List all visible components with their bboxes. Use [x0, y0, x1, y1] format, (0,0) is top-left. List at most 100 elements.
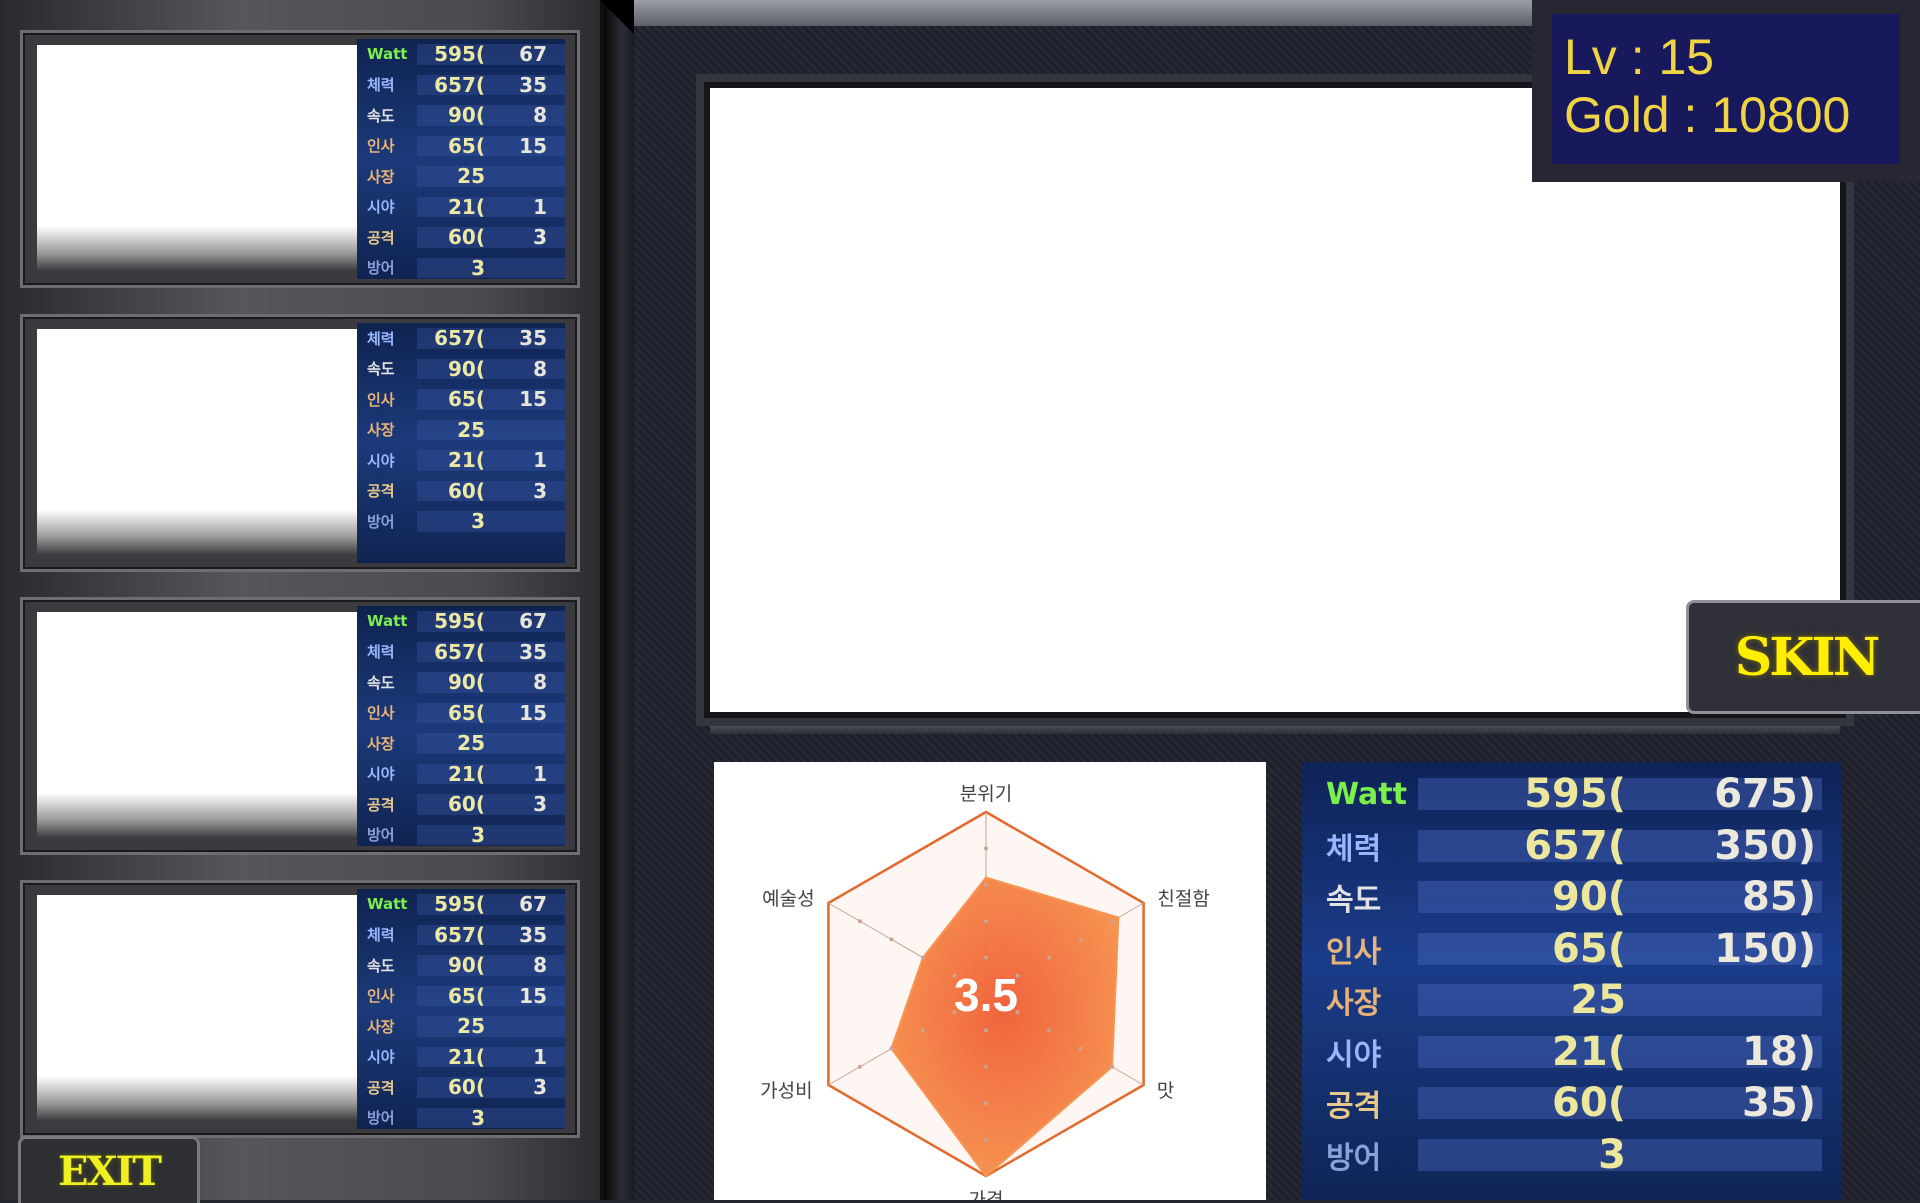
- radar-axis-label: 가성비: [760, 1080, 812, 1102]
- stat-paren: 350): [1714, 822, 1816, 869]
- stat-paren: 150): [1714, 925, 1816, 972]
- radar-grid-dot: [1078, 937, 1083, 942]
- slot-stat-value: 90(: [448, 103, 485, 128]
- slot-stat-label: 공격: [367, 795, 395, 814]
- slot-stat-row: 방어 3: [357, 253, 565, 279]
- gold-text: Gold : 10800: [1564, 87, 1851, 143]
- slot-stat-row: 공격 60(3: [357, 222, 565, 253]
- slot-stat-row: 속도 90(8: [357, 950, 565, 981]
- skin-button[interactable]: SKIN: [1686, 600, 1920, 714]
- stat-paren: 35): [1742, 1080, 1816, 1126]
- stat-label: 시야: [1326, 1037, 1382, 1073]
- character-stats-panel: Watt 595(675) 체력 657(350) 속도 90(85) 인사 65(150) 사…: [1302, 762, 1842, 1200]
- slot-stat-value: 60(: [448, 225, 485, 250]
- slot-stat-paren: 35: [519, 922, 547, 947]
- slot-stat-value: 65(: [448, 133, 485, 158]
- slot-stat-value: 657(: [434, 639, 485, 664]
- slot-stat-label: 시야: [367, 1048, 395, 1067]
- slot-stat-row: 공격 60(3: [357, 476, 565, 507]
- stat-value: 595(: [1524, 771, 1626, 817]
- slot-stat-row: 방어 3: [357, 1103, 565, 1129]
- slot-stat-value: 25: [457, 1014, 485, 1039]
- radar-grid-dot: [984, 882, 988, 887]
- slot-stat-label: 인사: [367, 987, 395, 1006]
- slot-stat-label: 체력: [367, 329, 395, 348]
- stat-label: 공격: [1326, 1089, 1382, 1124]
- radar-grid-dot: [984, 955, 988, 960]
- viewport-frame-bottom: [710, 712, 1840, 734]
- radar-grid-dot: [857, 1064, 862, 1069]
- radar-grid-dot: [984, 846, 988, 851]
- slot-stat-label: 속도: [367, 106, 395, 125]
- slot-stat-label: 체력: [367, 643, 395, 662]
- slot-stat-paren: 67: [519, 42, 547, 67]
- player-info-box: Lv : 15 Gold : 10800: [1532, 0, 1920, 182]
- radar-grid-dot: [1047, 1028, 1052, 1033]
- radar-axis-label: 친절함: [1157, 888, 1209, 910]
- slot-stat-row: Watt 595(67: [357, 39, 565, 70]
- slot-stat-paren: 1: [533, 761, 547, 786]
- slot-stat-row: 시야 21(1: [357, 759, 565, 790]
- slot-stat-row: 공격 60(3: [357, 789, 565, 820]
- slot-stat-row: Watt 595(67: [357, 606, 565, 637]
- slot-stat-value: 657(: [434, 922, 485, 947]
- slot-stat-label: 시야: [367, 198, 395, 217]
- slot-stat-row: 인사 65(15: [357, 698, 565, 729]
- panel-corner: [600, 0, 634, 34]
- slot-stat-row: Watt 595(67: [357, 889, 565, 920]
- stat-label: 속도: [1326, 883, 1382, 918]
- slot-stat-card: Watt 595(67 체력 657(35 속도 90(8 인사 65(15 사장 25 시야 21(…: [357, 39, 565, 279]
- slot-stat-paren: 35: [519, 639, 547, 664]
- slot-stat-value: 65(: [448, 387, 485, 412]
- stat-label: 체력: [1326, 831, 1382, 867]
- radar-grid-dot: [1078, 1046, 1083, 1051]
- slot-stat-row: 속도 90(8: [357, 667, 565, 698]
- slot-stat-row: 속도 90(8: [357, 100, 565, 131]
- slot-stat-label: Watt: [367, 895, 408, 914]
- slot-stat-label: Watt: [367, 45, 408, 64]
- slot-stat-label: 속도: [367, 360, 395, 379]
- slot-stat-paren: 3: [533, 1075, 547, 1100]
- slot-stat-value: 60(: [448, 478, 485, 503]
- slot-stat-row: 체력 657( 35: [357, 637, 565, 668]
- slot-stat-label: 시야: [367, 765, 395, 784]
- stat-value: 21(: [1552, 1028, 1626, 1075]
- slot-stat-label: 체력: [367, 76, 395, 95]
- slot-stat-value: 25: [457, 164, 485, 189]
- stat-row: 인사 65( 150): [1320, 925, 1822, 972]
- radar-grid-dot: [889, 1046, 894, 1051]
- slot-stat-paren: 35: [519, 72, 547, 97]
- radar-axis-label: 예술성: [762, 888, 814, 910]
- stat-label: 인사: [1326, 934, 1382, 970]
- character-slot[interactable]: Watt 595(67 체력 657(35 속도 90(8 인사 65(15 사장 25 시야 21(…: [20, 30, 580, 288]
- slot-stat-paren: 15: [519, 983, 547, 1008]
- slot-stat-label: 사장: [367, 1017, 395, 1036]
- slot-stat-value: 595(: [434, 609, 485, 634]
- character-slot[interactable]: 체력 657(35 속도 90(8 인사 65(15 사장 25 시야 21(1 공격 60(3 방어 3: [20, 314, 580, 572]
- slot-stat-value: 25: [457, 417, 485, 442]
- slot-stat-label: 사장: [367, 734, 395, 753]
- slot-stat-label: 속도: [367, 673, 395, 692]
- slot-stat-value: 21(: [448, 1044, 485, 1069]
- stat-row: 방어 3: [1320, 1132, 1822, 1178]
- slot-stat-card: Watt 595(67 체력 657(35 속도 90(8 인사 65(15 사장 25 시야 21(…: [357, 606, 565, 846]
- slot-portrait: [37, 45, 359, 271]
- slot-stat-label: Watt: [367, 612, 408, 631]
- radar-chart: 분위기친절함맛가격 가성비 예술성 3.5: [760, 783, 1210, 1200]
- slot-stat-paren: 8: [533, 953, 547, 978]
- slot-stat-value: 21(: [448, 448, 485, 473]
- radar-grid-dot: [984, 1137, 988, 1142]
- stat-value: 65(: [1552, 925, 1626, 972]
- slot-stat-paren: 3: [533, 478, 547, 503]
- exit-button[interactable]: EXIT: [18, 1136, 200, 1203]
- character-slot[interactable]: Watt 595(67 체력 657(35 속도 90(8 인사 65(15 사장 25 시야 21(…: [20, 597, 580, 855]
- slot-stat-value: 21(: [448, 194, 485, 219]
- character-slot[interactable]: Watt 595(67 체력 657(35 속도 90(8 인사 65(15 사장 25 시야 21(…: [20, 880, 580, 1138]
- radar-chart-panel: 분위기 친절함 맛 가격 가성비 예술성 3.5: [714, 762, 1266, 1200]
- slot-stat-paren: 1: [533, 1044, 547, 1069]
- radar-grid-dot: [984, 1064, 988, 1069]
- slot-stat-label: 방어: [367, 259, 395, 278]
- stat-paren: 675): [1714, 771, 1816, 817]
- slot-stat-row: 시야 21(1: [357, 445, 565, 476]
- slot-stat-label: 사장: [367, 421, 395, 440]
